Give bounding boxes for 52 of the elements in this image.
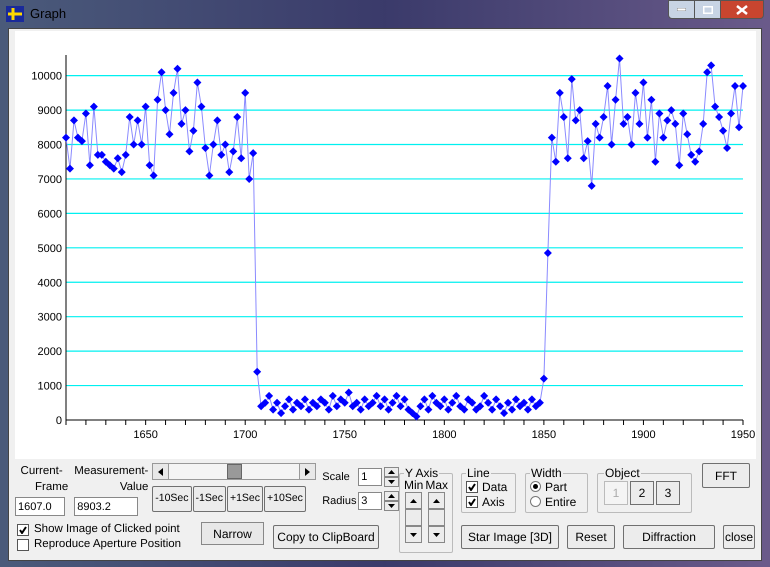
radio-label: Entire: [545, 494, 576, 510]
measurement-value-field[interactable]: 8903.2: [74, 497, 138, 516]
action-button[interactable]: close: [723, 525, 755, 549]
radio-label: Part: [545, 478, 568, 496]
y-axis-column-label: Min: [404, 479, 424, 492]
window-title: Graph: [30, 5, 66, 24]
x-tick-label: 1800: [432, 429, 457, 441]
fft-button[interactable]: FFT: [702, 463, 750, 488]
y-tick-label: 6000: [38, 208, 62, 220]
y-axis-title: Y Axis: [404, 467, 440, 479]
checkbox-label: Axis: [482, 494, 505, 510]
radius-field[interactable]: 3: [358, 492, 382, 510]
y-tick-label: 2000: [38, 346, 62, 358]
checkbox-label: Show Image of Clicked point: [34, 522, 180, 537]
width-title: Width: [530, 467, 563, 479]
checkbox-label: Reproduce Aperture Position: [34, 536, 182, 552]
y-tick-label: 0: [56, 415, 62, 427]
y-tick-label: 8000: [38, 140, 62, 152]
y-tick-label: 7000: [38, 174, 62, 186]
step-button[interactable]: +1Sec: [226, 486, 264, 512]
step-button[interactable]: -10Sec: [152, 486, 192, 512]
y-tick-label: 3000: [38, 312, 62, 324]
x-tick-label: 1650: [133, 429, 158, 441]
action-button[interactable]: Star Image [3D]: [461, 525, 559, 549]
y-tick-label: 4000: [38, 277, 62, 290]
copy-to-clipboard-button[interactable]: Copy to ClipBoard: [273, 525, 379, 549]
checkbox-label: Data: [482, 478, 508, 496]
object-button[interactable]: 2: [630, 481, 654, 505]
x-tick-label: 1750: [332, 429, 357, 441]
action-button[interactable]: Diffraction: [623, 525, 715, 549]
current-frame-label: Current- Frame: [20, 464, 68, 495]
current-frame-field[interactable]: 1607.0: [15, 497, 65, 516]
x-tick-label: 1850: [532, 429, 556, 441]
y-axis-column-label: Max: [425, 479, 448, 492]
y-tick-label: 10000: [31, 70, 62, 83]
x-tick-label: 1700: [232, 429, 258, 441]
x-tick-label: 1900: [631, 429, 656, 441]
radius-label: Radius: [322, 494, 356, 509]
object-button[interactable]: 3: [656, 481, 680, 505]
action-button[interactable]: Reset: [567, 525, 615, 549]
object-title: Object: [604, 467, 641, 479]
line-title: Line: [466, 467, 491, 479]
y-tick-label: 9000: [38, 105, 62, 118]
measurement-value-label: Measurement- Value: [74, 464, 148, 495]
step-button[interactable]: -1Sec: [192, 486, 226, 512]
scale-field[interactable]: 1: [358, 468, 382, 486]
step-button[interactable]: +10Sec: [264, 486, 306, 512]
scale-label: Scale: [322, 470, 351, 485]
y-tick-label: 5000: [38, 242, 62, 255]
x-tick-label: 1950: [730, 429, 756, 441]
y-tick-label: 1000: [38, 380, 62, 393]
narrow-button[interactable]: Narrow: [201, 522, 264, 545]
